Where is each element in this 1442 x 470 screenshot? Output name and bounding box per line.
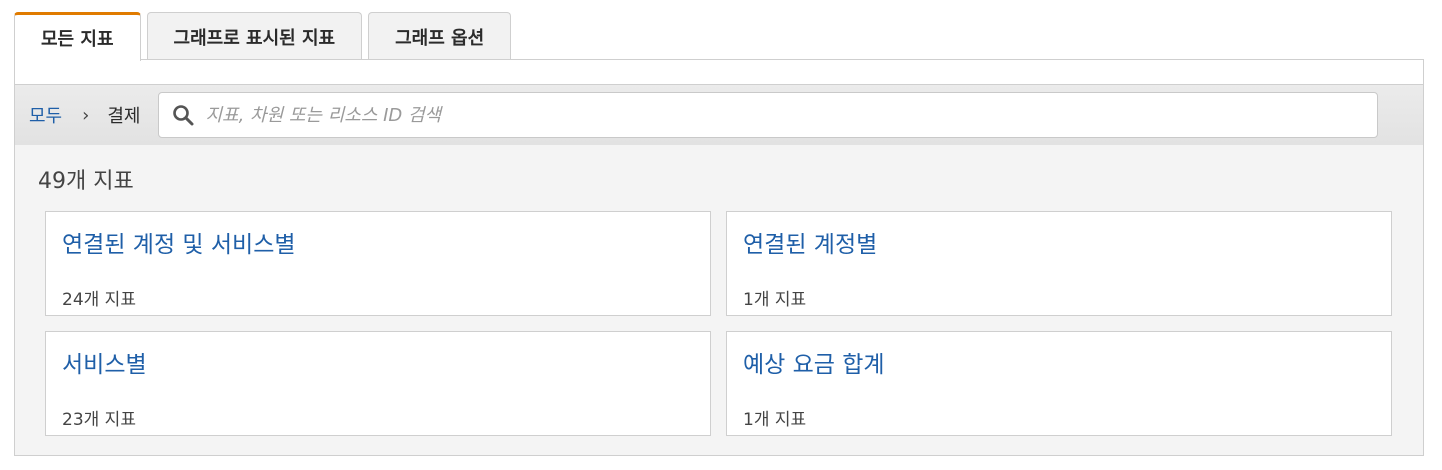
category-metric-count: 24개 지표 — [62, 290, 136, 310]
category-title[interactable]: 예상 요금 합계 — [743, 345, 1375, 379]
category-metric-count: 1개 지표 — [743, 410, 807, 430]
search-icon — [173, 105, 194, 126]
tab-content-strip — [14, 59, 1424, 85]
category-metric-count: 23개 지표 — [62, 410, 136, 430]
category-metric-count: 1개 지표 — [743, 290, 807, 310]
search-input[interactable] — [205, 104, 1356, 126]
category-card-linked-account[interactable]: 연결된 계정별 1개 지표 — [726, 211, 1392, 316]
category-title[interactable]: 연결된 계정 및 서비스별 — [62, 225, 694, 259]
tab-all-metrics[interactable]: 모든 지표 — [14, 12, 141, 61]
category-title[interactable]: 서비스별 — [62, 345, 694, 379]
category-title[interactable]: 연결된 계정별 — [743, 225, 1375, 259]
category-card-linked-account-and-service[interactable]: 연결된 계정 및 서비스별 24개 지표 — [45, 211, 711, 316]
total-metrics-count: 49개 지표 — [38, 169, 134, 194]
tab-graph-options[interactable]: 그래프 옵션 — [368, 12, 512, 60]
search-box[interactable] — [158, 92, 1379, 138]
breadcrumb-separator-icon: › — [82, 104, 90, 126]
breadcrumb-current: 결제 — [107, 106, 141, 127]
category-card-total-estimated-charge[interactable]: 예상 요금 합계 1개 지표 — [726, 331, 1392, 436]
category-card-by-service[interactable]: 서비스별 23개 지표 — [45, 331, 711, 436]
metrics-browser-panel: 49개 지표 연결된 계정 및 서비스별 24개 지표 연결된 계정별 1개 지… — [14, 145, 1424, 456]
filter-bar: 모두 › 결제 — [14, 84, 1424, 146]
breadcrumb-all-link[interactable]: 모두 — [29, 102, 62, 128]
tab-graphed-metrics[interactable]: 그래프로 표시된 지표 — [146, 12, 363, 60]
metrics-tab-bar: 모든 지표 그래프로 표시된 지표 그래프 옵션 — [14, 12, 512, 61]
